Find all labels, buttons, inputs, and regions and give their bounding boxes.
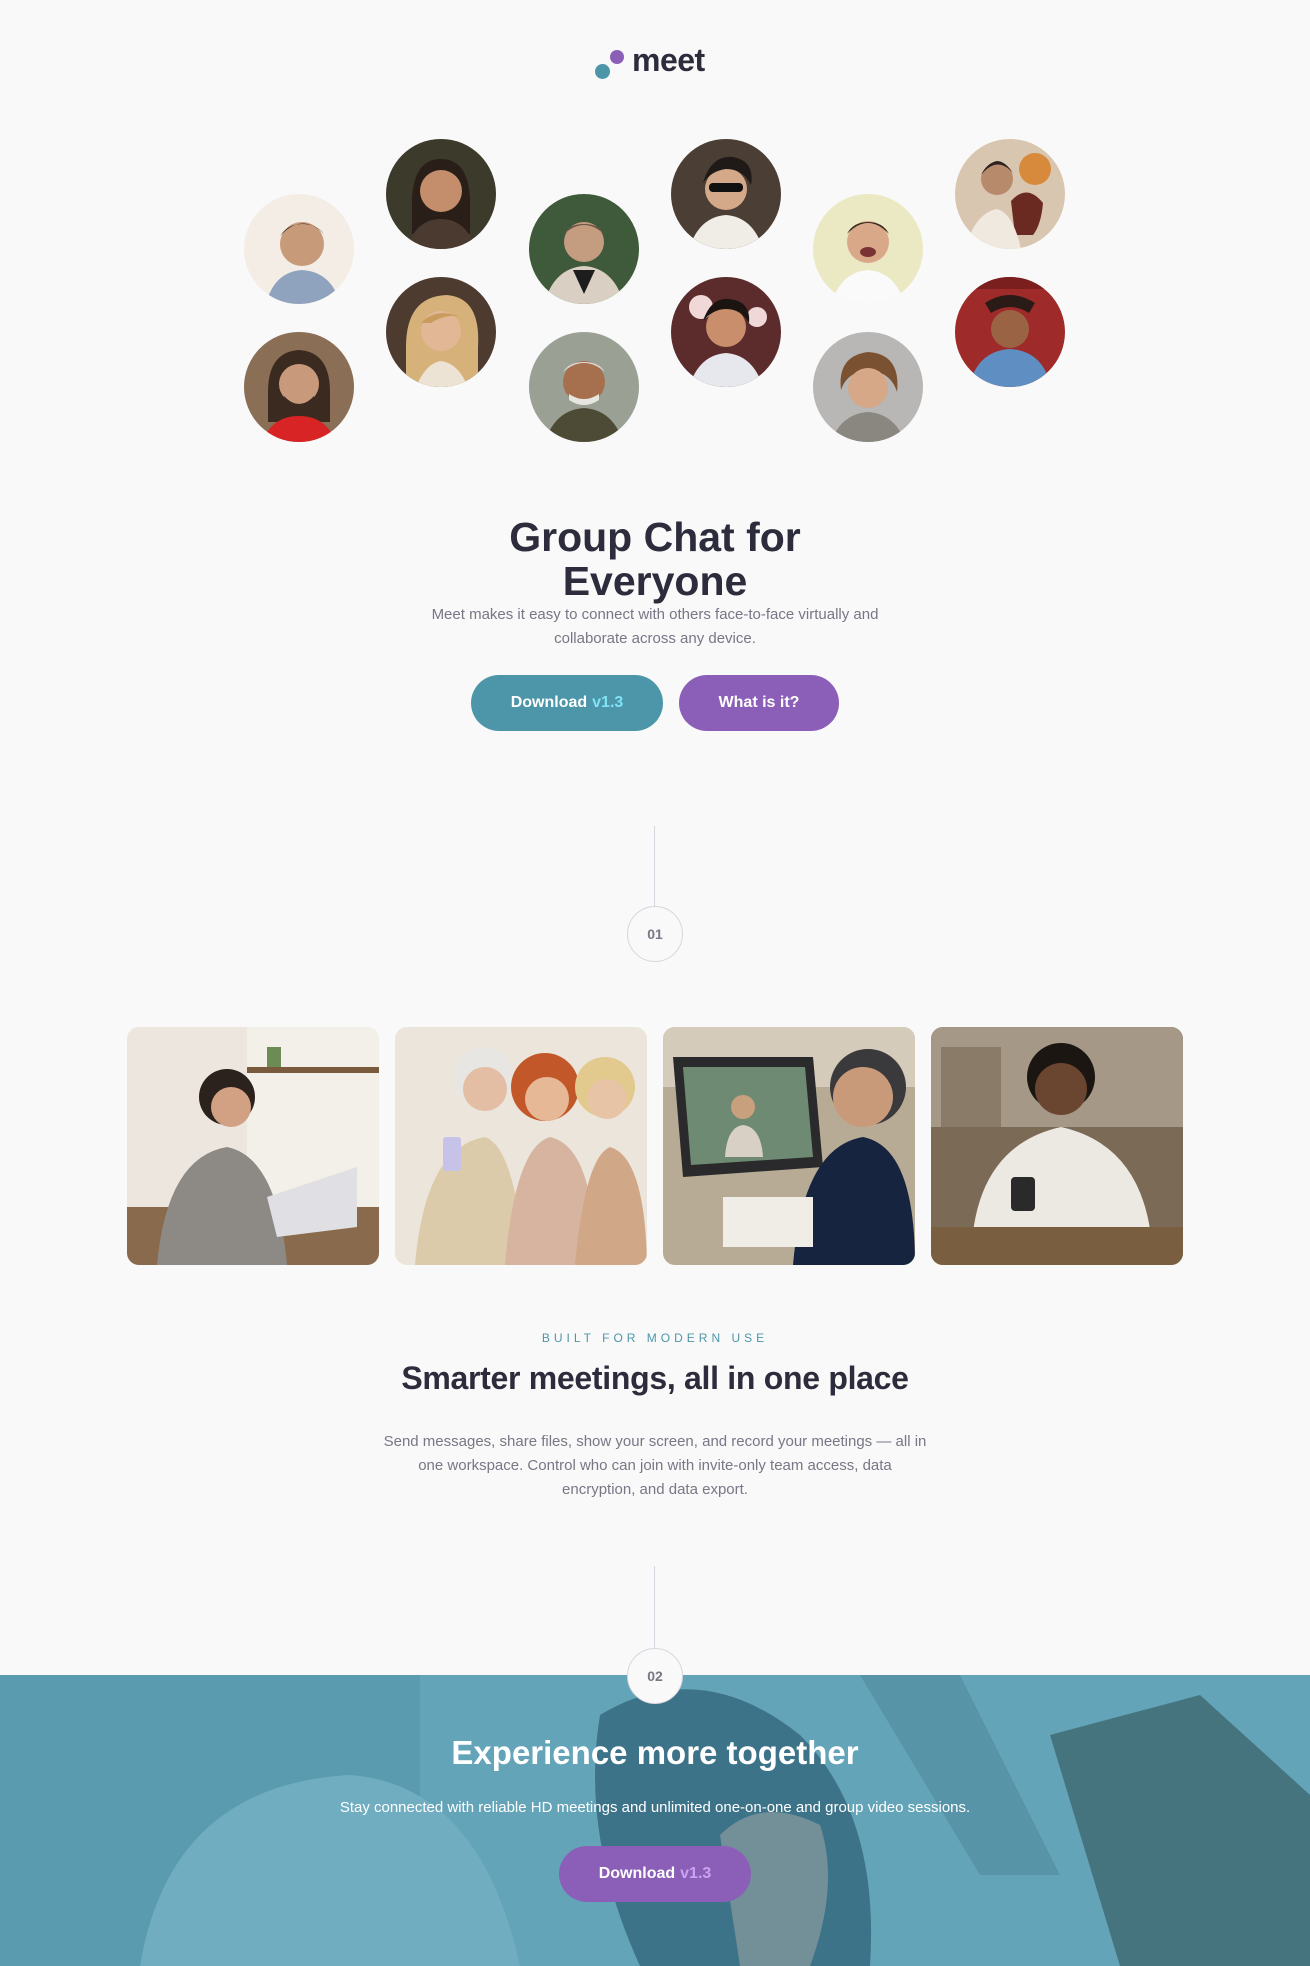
- hero-description: Meet makes it easy to connect with other…: [431, 606, 879, 647]
- avatar: [813, 332, 923, 442]
- avatar: [671, 139, 781, 249]
- cta-download-button[interactable]: Download v1.3: [559, 1846, 751, 1902]
- hero-title: Group Chat for Everyone: [509, 514, 801, 605]
- step-badge: 01: [627, 906, 683, 962]
- version-label: v1.3: [680, 1865, 712, 1882]
- version-label: v1.3: [592, 694, 624, 711]
- photo-man-phone: [931, 1027, 1183, 1265]
- download-button[interactable]: Download v1.3: [471, 675, 663, 731]
- photo-man-videocall: [663, 1027, 915, 1265]
- avatar: [813, 194, 923, 304]
- avatar: [244, 332, 354, 442]
- avatar: [244, 194, 354, 304]
- section-description: Send messages, share files, show your sc…: [383, 1433, 927, 1498]
- avatar: [955, 277, 1065, 387]
- photo-woman-laptop: [127, 1027, 379, 1265]
- cta-title: Experience more together: [451, 1734, 859, 1771]
- meet-logo-icon: [595, 46, 629, 80]
- brand-name: meet: [632, 42, 705, 78]
- avatar: [529, 332, 639, 442]
- banner-background-image: [0, 1675, 1310, 1966]
- divider-line: [654, 1566, 655, 1648]
- photo-women-phone: [395, 1027, 647, 1265]
- avatar: [671, 277, 781, 387]
- cta-banner: [0, 1675, 1310, 1966]
- what-is-it-button[interactable]: What is it?: [679, 675, 839, 731]
- divider-line: [654, 826, 655, 906]
- avatar: [955, 139, 1065, 249]
- avatar: [386, 277, 496, 387]
- section-eyebrow: BUILT FOR MODERN USE: [541, 1331, 769, 1345]
- section-title: Smarter meetings, all in one place: [401, 1360, 909, 1396]
- brand-logo[interactable]: meet: [0, 42, 1310, 82]
- avatar: [386, 139, 496, 249]
- avatar: [529, 194, 639, 304]
- step-badge: 02: [627, 1648, 683, 1704]
- cta-description: Stay connected with reliable HD meetings…: [339, 1799, 971, 1816]
